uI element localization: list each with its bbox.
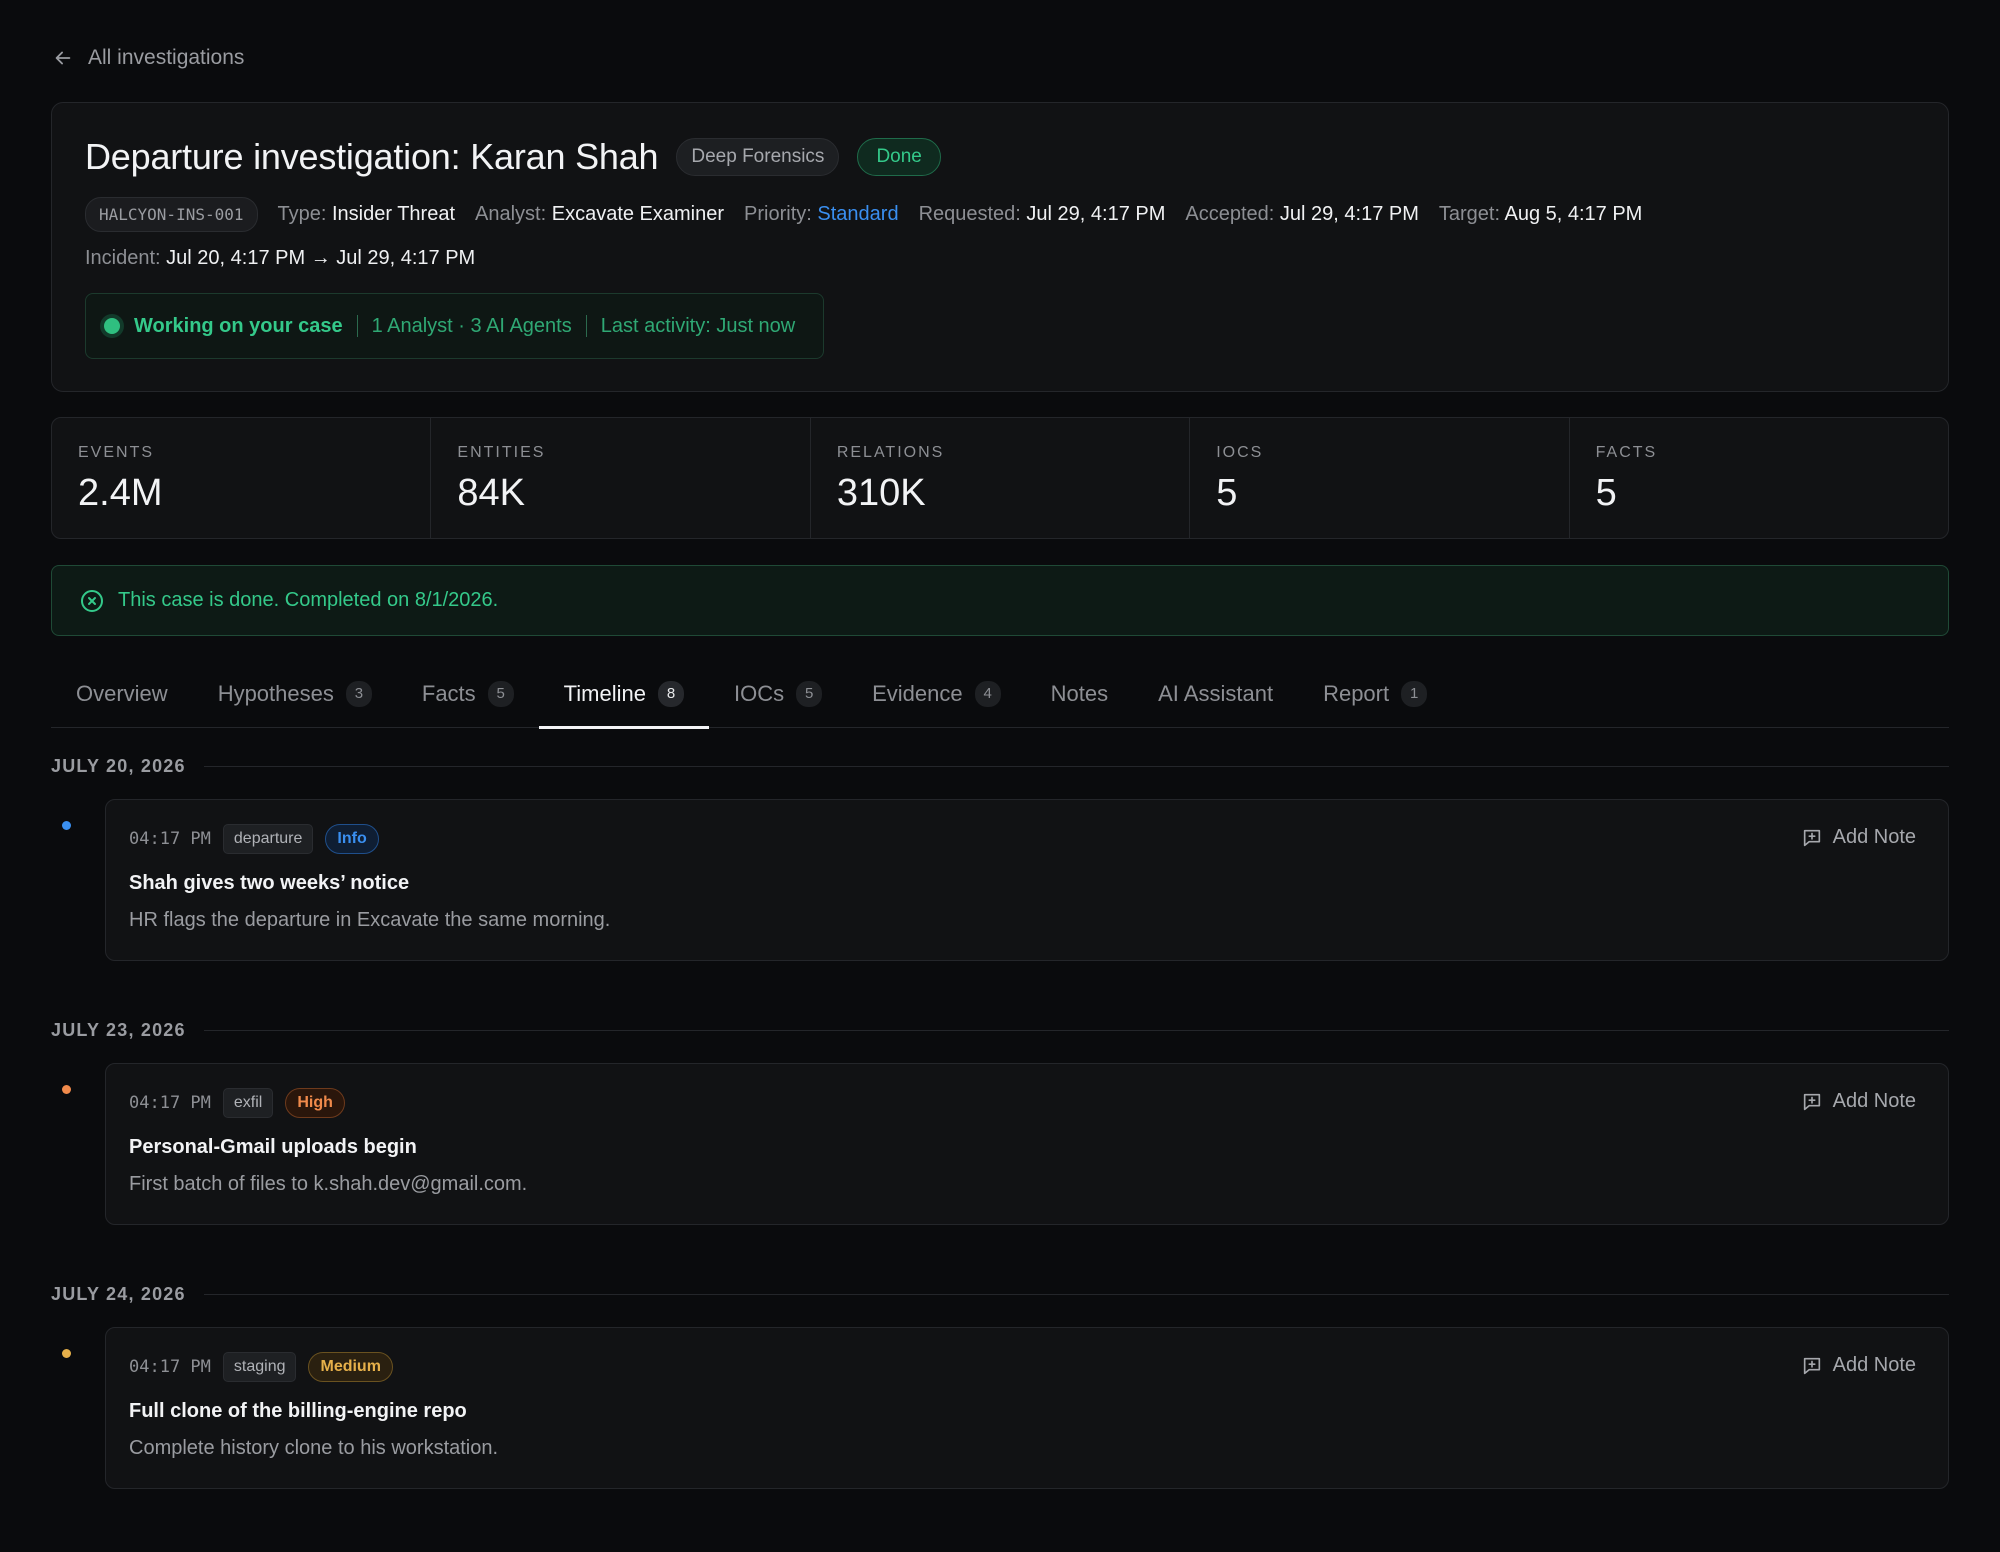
tab-count-badge: 5 — [487, 680, 514, 707]
stat-events: EVENTS 2.4M — [52, 418, 432, 538]
timeline-day-header: JULY 24, 2026 — [51, 1284, 1949, 1305]
stat-facts: FACTS 5 — [1595, 444, 1658, 514]
event-title: Full clone of the billing-engine repo — [129, 1400, 467, 1422]
tier-badge: Deep Forensics — [676, 138, 840, 176]
severity-badge: Info — [325, 824, 379, 854]
timeline-event: 04:17 PM staging Medium Full clone of th… — [105, 1327, 1949, 1489]
add-comment-icon — [1803, 1093, 1820, 1110]
tab-ai-assistant[interactable]: AI Assistant — [1133, 660, 1298, 728]
timeline-dot-icon — [62, 821, 71, 830]
tab-count-badge: 8 — [658, 680, 684, 707]
tab-count-badge: 4 — [974, 680, 1001, 707]
divider — [203, 766, 1949, 767]
meta-priority: Priority: Standard — [744, 203, 899, 225]
arrow-left-icon — [55, 51, 71, 65]
meta-requested: Requested: Jul 29, 4:17 PM — [918, 203, 1166, 225]
stat-iocs: IOCS 5 — [1190, 418, 1570, 538]
last-activity: Last activity: Just now — [600, 314, 796, 337]
add-comment-icon — [1803, 829, 1820, 846]
timeline-event: 04:17 PM exfil High Personal-Gmail uploa… — [105, 1063, 1949, 1225]
meta-target: Target: Aug 5, 4:17 PM — [1438, 203, 1643, 225]
tab-report[interactable]: Report 1 — [1298, 660, 1452, 728]
event-time: 04:17 PM — [129, 1357, 211, 1377]
severity-badge: Medium — [308, 1352, 393, 1382]
event-category: exfil — [222, 1088, 274, 1118]
event-title: Personal-Gmail uploads begin — [129, 1136, 417, 1158]
tab-hypotheses[interactable]: Hypotheses 3 — [193, 660, 397, 728]
tab-count-badge: 5 — [796, 680, 823, 707]
tab-count-badge: 1 — [1401, 680, 1428, 707]
severity-badge: High — [285, 1088, 345, 1118]
event-category: staging — [222, 1352, 297, 1382]
tab-timeline[interactable]: Timeline 8 — [538, 660, 710, 729]
event-description: Complete history clone to his workstatio… — [129, 1437, 499, 1459]
event-title: Shah gives two weeks’ notice — [129, 872, 410, 894]
day-label: JULY 20, 2026 — [51, 756, 186, 776]
case-id-chip: HALCYON-INS-001 — [85, 197, 258, 232]
tab-notes[interactable]: Notes — [1026, 660, 1133, 728]
event-category: departure — [222, 824, 314, 854]
timeline-event: 04:17 PM departure Info Shah gives two w… — [105, 799, 1949, 961]
incident-range: Incident: Jul 20, 4:17 PM → Jul 29, 4:17… — [85, 247, 476, 269]
tab-overview[interactable]: Overview — [51, 660, 193, 728]
tab-evidence[interactable]: Evidence 4 — [847, 660, 1026, 728]
day-label: JULY 24, 2026 — [51, 1284, 186, 1304]
event-time: 04:17 PM — [129, 829, 211, 849]
tab-iocs[interactable]: IOCs 5 — [709, 660, 847, 728]
working-status-label: Working on your case — [134, 314, 343, 337]
back-link-label: All investigations — [88, 46, 245, 69]
back-link[interactable]: All investigations — [52, 46, 244, 70]
case-header: Departure investigation: Karan Shah Deep… — [51, 102, 1949, 392]
add-note-button[interactable]: Add Note — [1801, 826, 1916, 849]
live-indicator-icon — [104, 318, 120, 334]
add-comment-icon — [1803, 1357, 1820, 1374]
page-title: Departure investigation: Karan Shah — [85, 136, 659, 177]
working-status: Working on your case 1 Analyst · 3 AI Ag… — [85, 293, 824, 359]
team-summary: 1 Analyst · 3 AI Agents — [371, 314, 572, 337]
tab-facts[interactable]: Facts 5 — [397, 660, 539, 728]
stats-bar: EVENTS 2.4M ENTITIES 84K RELATIONS 310K IOC… — [51, 417, 1949, 539]
stat-entities: ENTITIES 84K — [431, 418, 811, 538]
timeline-dot-icon — [62, 1349, 71, 1358]
meta-accepted: Accepted: Jul 29, 4:17 PM — [1185, 203, 1419, 225]
divider — [585, 315, 587, 337]
timeline-dot-icon — [62, 1085, 71, 1094]
divider — [356, 315, 358, 337]
done-banner-text: This case is done. Completed on 8/1/2026… — [118, 589, 499, 611]
event-description: First batch of files to k.shah.dev@gmail… — [129, 1173, 528, 1195]
timeline-day-header: JULY 20, 2026 — [51, 756, 1949, 777]
divider — [203, 1294, 1949, 1295]
tab-bar: Overview Hypotheses 3 Facts 5 Timeline 8 IO… — [51, 660, 1949, 729]
event-description: HR flags the departure in Excavate the s… — [129, 909, 611, 931]
case-meta: HALCYON-INS-001 Type: Insider Threat Ana… — [85, 197, 1642, 232]
divider — [203, 1030, 1949, 1031]
meta-analyst: Analyst: Excavate Examiner — [475, 203, 725, 225]
add-note-button[interactable]: Add Note — [1801, 1090, 1916, 1113]
stat-relations: RELATIONS 310K — [811, 418, 1191, 538]
tab-count-badge: 3 — [345, 680, 372, 707]
day-label: JULY 23, 2026 — [51, 1020, 186, 1040]
event-time: 04:17 PM — [129, 1093, 211, 1113]
status-badge: Done — [857, 138, 941, 176]
meta-type: Type: Insider Threat — [277, 203, 456, 225]
case-done-banner: This case is done. Completed on 8/1/2026… — [51, 565, 1949, 636]
timeline-day-header: JULY 23, 2026 — [51, 1020, 1949, 1041]
add-note-button[interactable]: Add Note — [1801, 1354, 1916, 1377]
circle-x-icon — [81, 589, 103, 612]
